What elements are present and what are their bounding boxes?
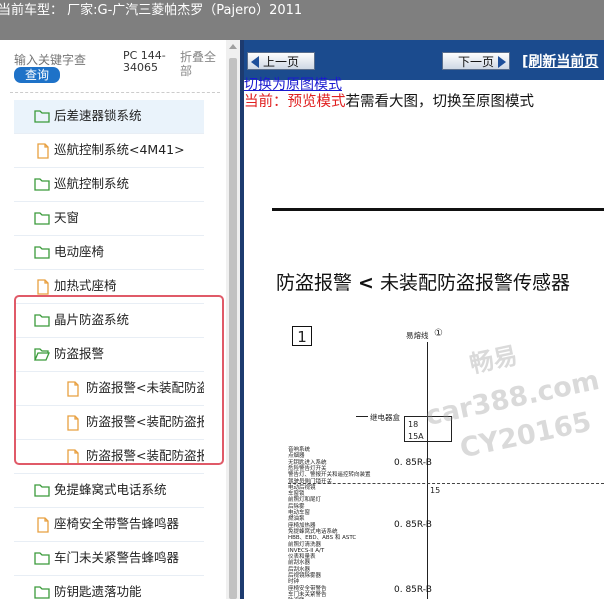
query-button[interactable]: 查询 (14, 67, 60, 83)
connector-dash-line (288, 483, 604, 484)
document-viewer: 上一页 下一页 [刷新当前页 切换为原图模式 当前：预览模式若需看大图，切换至原… (244, 40, 604, 599)
tree-item-label: 后差速器锁系统 (54, 108, 142, 123)
fuse-rating: 15A (408, 432, 424, 441)
relay-box-label: 继电器盒 (370, 413, 400, 422)
tree-item[interactable]: 免提蜂窝式电话系统 (14, 474, 204, 508)
divider (10, 92, 220, 93)
watermark-line1: 畅易 (467, 341, 520, 379)
mode-prefix: 当前： (244, 94, 288, 110)
system-list-item: 电动后视镜 (288, 484, 316, 491)
tree-item-label: 巡航控制系统 (54, 176, 130, 191)
system-list-item: 燃油泵 (288, 516, 305, 523)
system-list-item: 前刮水器 (288, 560, 311, 567)
tree-item[interactable]: 巡航控制系统<4M41> (14, 134, 204, 168)
pc-code: PC 144-34065 (123, 49, 166, 74)
header-rule (272, 208, 604, 211)
system-list-item: HBB、EBD、ABS 和 ASTC (288, 535, 357, 542)
tree-item[interactable]: 车门未关紧警告蜂鸣器 (14, 542, 204, 576)
title-bar: 当前车型： 厂家:G-广汽三菱帕杰罗（Pajero）2011 (0, 0, 604, 40)
system-list-item: 驾驶员侧门锁开关 (288, 478, 333, 485)
scroll-up-arrow-icon[interactable] (229, 44, 237, 49)
search-input[interactable] (14, 52, 118, 68)
folder-icon (34, 211, 50, 225)
tree-item[interactable]: 天窗 (14, 202, 204, 236)
tree-item-label: 加热式座椅 (54, 278, 117, 293)
tree-item[interactable]: 电动座椅 (14, 236, 204, 270)
collapse-all-link[interactable]: 折叠全部 (180, 50, 222, 78)
fusible-link-number: ① (434, 328, 443, 339)
refresh-page-link[interactable]: [刷新当前页 (522, 51, 598, 71)
system-list-item: 警告灯、警报开关和遥控转向装置 (288, 472, 371, 479)
switch-original-mode-link[interactable]: 切换为原图模式 (244, 77, 342, 93)
tree-item[interactable]: 后差速器锁系统 (14, 100, 204, 134)
mode-name: 预览模式 (287, 94, 346, 110)
system-list-item: 危险警告灯开关 (288, 465, 327, 472)
mode-status: 当前：预览模式若需看大图，切换至原图模式 (244, 93, 534, 111)
document-icon (36, 517, 52, 533)
wire-label-2: 0. 85R-B (394, 520, 432, 530)
tree-item[interactable]: 座椅安全带警告蜂鸣器 (14, 508, 204, 542)
diagram-number: 1 (292, 326, 312, 346)
scroll-thumb[interactable] (229, 58, 237, 599)
wire-label-1: 0. 85R-B (394, 458, 432, 468)
tree-item-label: 免提蜂窝式电话系统 (54, 482, 167, 497)
system-list-item: 免提蜂窝式电话系统 (288, 528, 338, 535)
system-list-item: 无钥匙进入系统 (288, 459, 327, 466)
tree-item-label: 天窗 (54, 210, 80, 225)
wire-stub (356, 416, 368, 417)
system-list-item: 座椅安全带警告 (288, 585, 327, 592)
prev-page-button[interactable]: 上一页 (247, 52, 315, 70)
folder-icon (34, 177, 50, 191)
tree-item[interactable]: 防钥匙遗落功能 (14, 576, 204, 599)
next-page-button[interactable]: 下一页 (442, 52, 510, 70)
folder-icon (34, 109, 50, 123)
arrow-right-icon (498, 56, 506, 68)
system-list-item: 点烟器 (288, 453, 305, 460)
fuse-number: 18 (408, 420, 419, 429)
mode-hint: 若需看大图，切换至原图模式 (345, 94, 535, 110)
document-title: 防盗报警 < 未装配防盗报警传感器 (276, 272, 571, 294)
folder-icon (34, 585, 50, 599)
system-list-item: 后除雾 (288, 503, 305, 510)
system-list-item: 后刮水器 (288, 566, 311, 573)
system-list-item: 车门未关紧警告 (288, 591, 327, 598)
vehicle-title: 当前车型： 厂家:G-广汽三菱帕杰罗（Pajero）2011 (0, 3, 303, 18)
system-list-item: 座椅加热器 (288, 522, 316, 529)
wire-label-3: 0. 85R-B (394, 585, 432, 595)
sidebar-scrollbar[interactable] (226, 40, 240, 599)
nav-toolbar: 上一页 下一页 [刷新当前页 (244, 40, 604, 80)
tree-item-label: 车门未关紧警告蜂鸣器 (54, 550, 180, 565)
system-list-item: 时钟 (288, 579, 300, 586)
folder-icon (34, 245, 50, 259)
fusible-link-label: 易熔线 (406, 331, 429, 340)
highlight-box (14, 295, 224, 465)
system-list-item: 前照灯和尾灯 (288, 497, 322, 504)
system-list-item: INVECS-II A/T (288, 547, 325, 554)
tree-item-label: 座椅安全带警告蜂鸣器 (54, 516, 180, 531)
tree-item-label: 电动座椅 (54, 244, 105, 259)
tree-item[interactable]: 巡航控制系统 (14, 168, 204, 202)
folder-icon (34, 483, 50, 497)
sidebar: 查询 PC 144-34065 折叠全部 后差速器锁系统巡航控制系统<4M41>… (0, 40, 240, 599)
folder-icon (34, 551, 50, 565)
tree-item-label: 巡航控制系统<4M41> (54, 142, 185, 157)
system-list-item: 前照灯清洗器 (288, 541, 322, 548)
document-icon (36, 279, 52, 295)
node-number: 15 (430, 486, 441, 495)
document-icon (36, 143, 52, 159)
main-wire (427, 342, 428, 599)
tree-item-label: 防钥匙遗落功能 (54, 584, 142, 599)
